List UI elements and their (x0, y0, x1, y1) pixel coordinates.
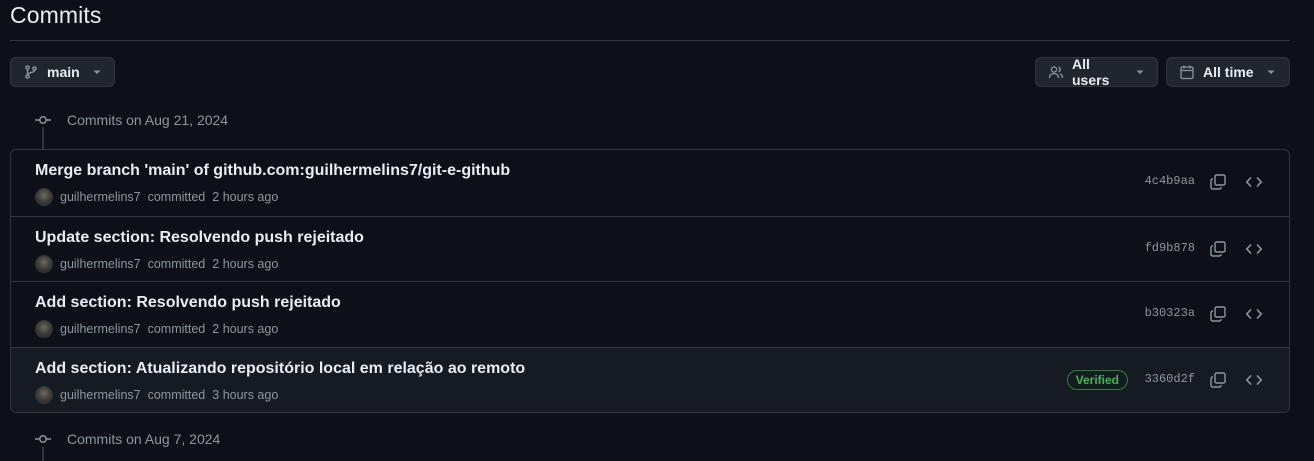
commit-message-link[interactable]: Update section: Resolvendo push rejeitad… (35, 229, 364, 247)
commit-time: 2 hours ago (212, 322, 279, 336)
commit-meta: guilhermelins7 committed 2 hours ago (35, 320, 278, 338)
commit-author[interactable]: guilhermelins7 (60, 388, 141, 402)
copy-icon[interactable] (1209, 305, 1227, 328)
code-icon[interactable] (1245, 371, 1263, 394)
commit-author[interactable]: guilhermelins7 (60, 322, 141, 336)
avatar[interactable] (35, 254, 53, 273)
commit-meta: guilhermelins7 committed 2 hours ago (35, 254, 279, 273)
code-icon[interactable] (1245, 305, 1263, 328)
calendar-icon (1179, 64, 1195, 80)
commit-action: committed (147, 322, 206, 336)
users-filter-label: All users (1072, 56, 1110, 88)
people-icon (1048, 64, 1064, 80)
avatar[interactable] (35, 320, 53, 338)
chevron-down-icon (1266, 67, 1276, 77)
commit-author[interactable]: guilhermelins7 (60, 257, 141, 271)
copy-icon[interactable] (1209, 173, 1227, 196)
commit-group-header: Commits on Aug 21, 2024 (34, 111, 228, 129)
commit-row: Add section: Atualizando repositório loc… (11, 346, 1289, 412)
git-commit-icon (34, 430, 52, 448)
commit-sha-link[interactable]: 3360d2f (1145, 372, 1195, 386)
code-icon[interactable] (1245, 173, 1263, 196)
git-commit-icon (34, 111, 52, 129)
commit-list: Merge branch 'main' of github.com:guilhe… (10, 149, 1290, 413)
users-filter-button[interactable]: All users (1035, 56, 1158, 88)
time-filter-button[interactable]: All time (1166, 57, 1290, 87)
chevron-down-icon (1135, 67, 1145, 77)
commit-time: 3 hours ago (212, 387, 279, 402)
commit-row: Update section: Resolvendo push rejeitad… (11, 215, 1289, 282)
commit-time: 2 hours ago (212, 256, 279, 271)
time-filter-label: All time (1203, 64, 1254, 80)
commit-sha-link[interactable]: 4c4b9aa (1145, 174, 1195, 188)
commit-time: 2 hours ago (212, 190, 279, 204)
commit-message-link[interactable]: Add section: Resolvendo push rejeitado (35, 294, 341, 312)
page-title: Commits (10, 2, 102, 28)
commit-action: committed (147, 387, 206, 402)
timeline-line (42, 447, 44, 461)
branch-selector-button[interactable]: main (10, 57, 115, 87)
commit-sha-link[interactable]: fd9b878 (1145, 241, 1195, 255)
code-icon[interactable] (1245, 240, 1263, 263)
title-divider (10, 40, 1290, 41)
copy-icon[interactable] (1209, 371, 1227, 394)
commit-group-header: Commits on Aug 7, 2024 (34, 430, 220, 448)
branch-label: main (47, 64, 80, 80)
commit-group-date: Commits on Aug 21, 2024 (67, 112, 229, 128)
timeline-line (42, 127, 44, 149)
avatar[interactable] (35, 188, 53, 206)
copy-icon[interactable] (1209, 240, 1227, 263)
commit-meta: guilhermelins7 committed 3 hours ago (35, 385, 279, 404)
commit-action: committed (147, 190, 206, 204)
commit-author[interactable]: guilhermelins7 (60, 190, 141, 204)
commit-action: committed (147, 256, 206, 271)
chevron-down-icon (92, 67, 102, 77)
commit-meta: guilhermelins7 committed 2 hours ago (35, 188, 278, 206)
commit-group-date: Commits on Aug 7, 2024 (67, 431, 221, 447)
avatar[interactable] (35, 385, 53, 404)
commit-message-link[interactable]: Add section: Atualizando repositório loc… (35, 360, 525, 378)
commit-row: Merge branch 'main' of github.com:guilhe… (11, 150, 1289, 216)
commit-sha-link[interactable]: b30323a (1145, 306, 1195, 320)
verified-badge[interactable]: Verified (1066, 369, 1128, 390)
commit-row: Add section: Resolvendo push rejeitado g… (11, 281, 1289, 347)
git-branch-icon (23, 64, 39, 80)
commit-message-link[interactable]: Merge branch 'main' of github.com:guilhe… (35, 162, 510, 180)
